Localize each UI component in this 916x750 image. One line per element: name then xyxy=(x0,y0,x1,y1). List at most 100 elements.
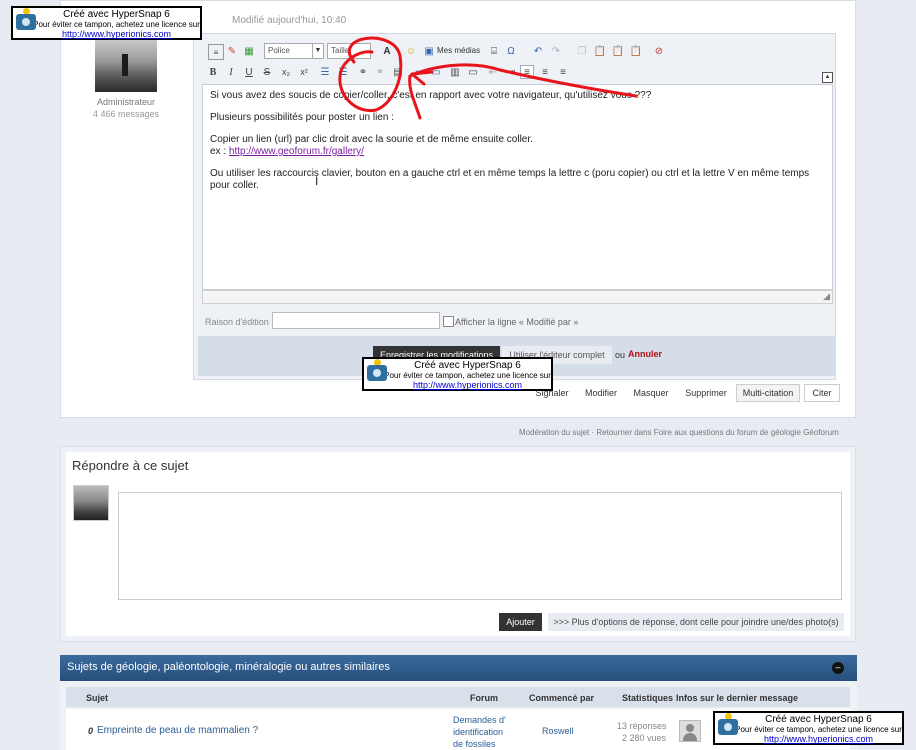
paste-word-icon[interactable]: 📋 xyxy=(629,44,643,58)
cancel-link[interactable]: Annuler xyxy=(628,349,662,359)
topic-subject-link[interactable]: Empreinte de peau de mammalien ? xyxy=(97,725,258,736)
embed-icon[interactable]: ⌸ xyxy=(487,44,501,58)
more-options-button[interactable]: >>> Plus d'options de réponse, dont cell… xyxy=(548,613,844,631)
watermark-line3: http://www.hyperionics.com xyxy=(61,29,172,39)
author-role: Administrateur xyxy=(96,97,156,107)
redo-icon[interactable]: ↷ xyxy=(549,44,563,58)
emoticon-icon[interactable]: ☺ xyxy=(404,44,418,58)
media-button-label[interactable]: Mes médias xyxy=(437,46,480,55)
reason-label: Raison d'édition : xyxy=(205,317,274,327)
code-icon[interactable]: ‹› xyxy=(411,65,425,79)
reply-textarea[interactable] xyxy=(118,492,842,600)
gallery-link[interactable]: http://www.geoforum.fr/gallery/ xyxy=(229,146,364,157)
column-subject[interactable]: Sujet xyxy=(86,693,108,703)
back-link[interactable]: Retourner dans Foire aux questions du fo… xyxy=(596,428,838,437)
undo-icon[interactable]: ↶ xyxy=(531,44,545,58)
topics-title: Sujets de géologie, paléontologie, minér… xyxy=(67,661,390,673)
column-started-by[interactable]: Commencé par xyxy=(529,693,594,703)
watermark-stamp: Créé avec HyperSnap 6 Pour éviter ce tam… xyxy=(11,6,202,40)
watermark-line2: Pour éviter ce tampon, achetez une licen… xyxy=(33,20,200,29)
post-date: Modifié aujourd'hui, 10:40 xyxy=(232,15,347,26)
align-left-icon[interactable]: ≡ xyxy=(520,65,534,79)
author-messages: 4 466 messages xyxy=(92,109,160,119)
subscript-icon[interactable]: x₂ xyxy=(279,65,293,79)
watermark-line1: Créé avec HyperSnap 6 xyxy=(63,9,170,20)
column-forum[interactable]: Forum xyxy=(470,693,498,703)
remove-format-icon[interactable]: ⊘ xyxy=(652,44,666,58)
last-poster-avatar[interactable] xyxy=(679,720,701,742)
copy-icon[interactable]: ❐ xyxy=(575,44,589,58)
watermark-line3: http://www.hyperionics.com xyxy=(763,734,874,744)
collapse-icon[interactable]: – xyxy=(832,662,844,674)
editor-toolbar-row2: B I U S x₂ x² ☰ ☰ ⚭ ⚭ ▤ ‹› ▭ ▥ ▭ ⇤ ⇥ ≡ ≡… xyxy=(200,64,830,82)
indent-icon[interactable]: ⇥ xyxy=(504,65,518,79)
watermark-line2: Pour éviter ce tampon, achetez une licen… xyxy=(735,725,902,734)
topic-forum-link[interactable]: Demandes d' identification de fossiles xyxy=(453,714,515,750)
text-color-icon[interactable]: A xyxy=(380,44,394,58)
topic-views: 2 280 vues xyxy=(622,733,667,743)
resize-grip-icon[interactable]: ◢ xyxy=(823,291,830,302)
post-actions: Signaler Modifier Masquer Supprimer Mult… xyxy=(530,384,842,402)
align-center-icon[interactable]: ≡ xyxy=(538,65,552,79)
topic-started-by[interactable]: Roswell xyxy=(542,726,574,736)
watermark-line2: Pour éviter ce tampon, achetez une licen… xyxy=(384,371,551,380)
hide-button[interactable]: Masquer xyxy=(628,384,674,402)
image-icon[interactable]: ▤ xyxy=(391,65,405,79)
editor-textarea[interactable]: Si vous avez des soucis de copier/coller… xyxy=(202,84,833,290)
column-stats[interactable]: Statistiques xyxy=(622,693,673,703)
eraser-icon[interactable]: ✎ xyxy=(225,44,239,58)
user-icon-body xyxy=(683,733,697,741)
reason-input[interactable] xyxy=(272,312,440,329)
text-cursor-icon: I xyxy=(315,174,319,188)
show-line-label: Afficher la ligne « Modifié par » xyxy=(455,317,579,327)
unlink-icon[interactable]: ⚭ xyxy=(373,65,387,79)
watermark-line1: Créé avec HyperSnap 6 xyxy=(765,714,872,725)
show-line-checkbox[interactable] xyxy=(443,316,454,327)
outdent-icon[interactable]: ⇤ xyxy=(486,65,500,79)
numbered-list-icon[interactable]: ☰ xyxy=(336,65,350,79)
link-icon[interactable]: ⚭ xyxy=(356,65,370,79)
watermark-line1: Créé avec HyperSnap 6 xyxy=(414,360,521,371)
or-text: ou xyxy=(615,350,626,360)
size-select-value: Taille xyxy=(331,46,350,55)
align-right-icon[interactable]: ≡ xyxy=(556,65,570,79)
editor-paragraph: Si vous avez des soucis de copier/coller… xyxy=(210,90,652,101)
breadcrumb-separator: · xyxy=(591,428,595,437)
source-icon[interactable]: ≡ xyxy=(208,44,224,60)
topic-replies: 13 réponses xyxy=(617,721,667,731)
add-reply-button[interactable]: Ajouter xyxy=(499,613,542,631)
quote-icon[interactable]: ▭ xyxy=(429,65,443,79)
size-select[interactable]: Taille xyxy=(327,43,371,59)
paste-icon[interactable]: 📋 xyxy=(593,44,607,58)
hr-icon[interactable]: ▭ xyxy=(466,65,480,79)
collapse-toolbar-icon[interactable]: ▲ xyxy=(822,72,833,83)
edit-button[interactable]: Modifier xyxy=(580,384,622,402)
camera-icon xyxy=(16,14,36,30)
strike-icon[interactable]: S xyxy=(260,65,274,79)
bullet-list-icon[interactable]: ☰ xyxy=(318,65,332,79)
superscript-icon[interactable]: x² xyxy=(297,65,311,79)
column-last-message[interactable]: Infos sur le dernier message xyxy=(676,693,798,703)
editor-paragraph: Copier un lien (url) par clic droit avec… xyxy=(210,134,533,145)
watermark-stamp: Créé avec HyperSnap 6 Pour éviter ce tam… xyxy=(713,711,904,745)
topic-state-icon: 0 xyxy=(88,726,94,736)
spoiler-icon[interactable]: ▥ xyxy=(448,65,462,79)
paste-text-icon[interactable]: 📋 xyxy=(611,44,625,58)
media-icon[interactable]: ▣ xyxy=(422,44,436,58)
moderation-link[interactable]: Modération du sujet xyxy=(519,428,589,437)
delete-button[interactable]: Supprimer xyxy=(680,384,732,402)
avatar-figure xyxy=(122,54,128,76)
status-bar: ◢ xyxy=(202,290,833,304)
bold-icon[interactable]: B xyxy=(206,65,220,79)
italic-icon[interactable]: I xyxy=(224,65,238,79)
table-icon[interactable]: ▦ xyxy=(242,44,256,58)
avatar[interactable] xyxy=(95,40,157,92)
multiquote-button[interactable]: Multi-citation xyxy=(736,384,800,402)
font-select[interactable]: Police ▼ xyxy=(264,43,324,59)
special-char-icon[interactable]: Ω xyxy=(504,44,518,58)
underline-icon[interactable]: U xyxy=(242,65,256,79)
editor-paragraph-link: ex : http://www.geoforum.fr/gallery/ xyxy=(210,146,825,158)
camera-icon xyxy=(367,365,387,381)
quote-button[interactable]: Citer xyxy=(804,384,840,402)
watermark-stamp: Créé avec HyperSnap 6 Pour éviter ce tam… xyxy=(362,357,553,391)
